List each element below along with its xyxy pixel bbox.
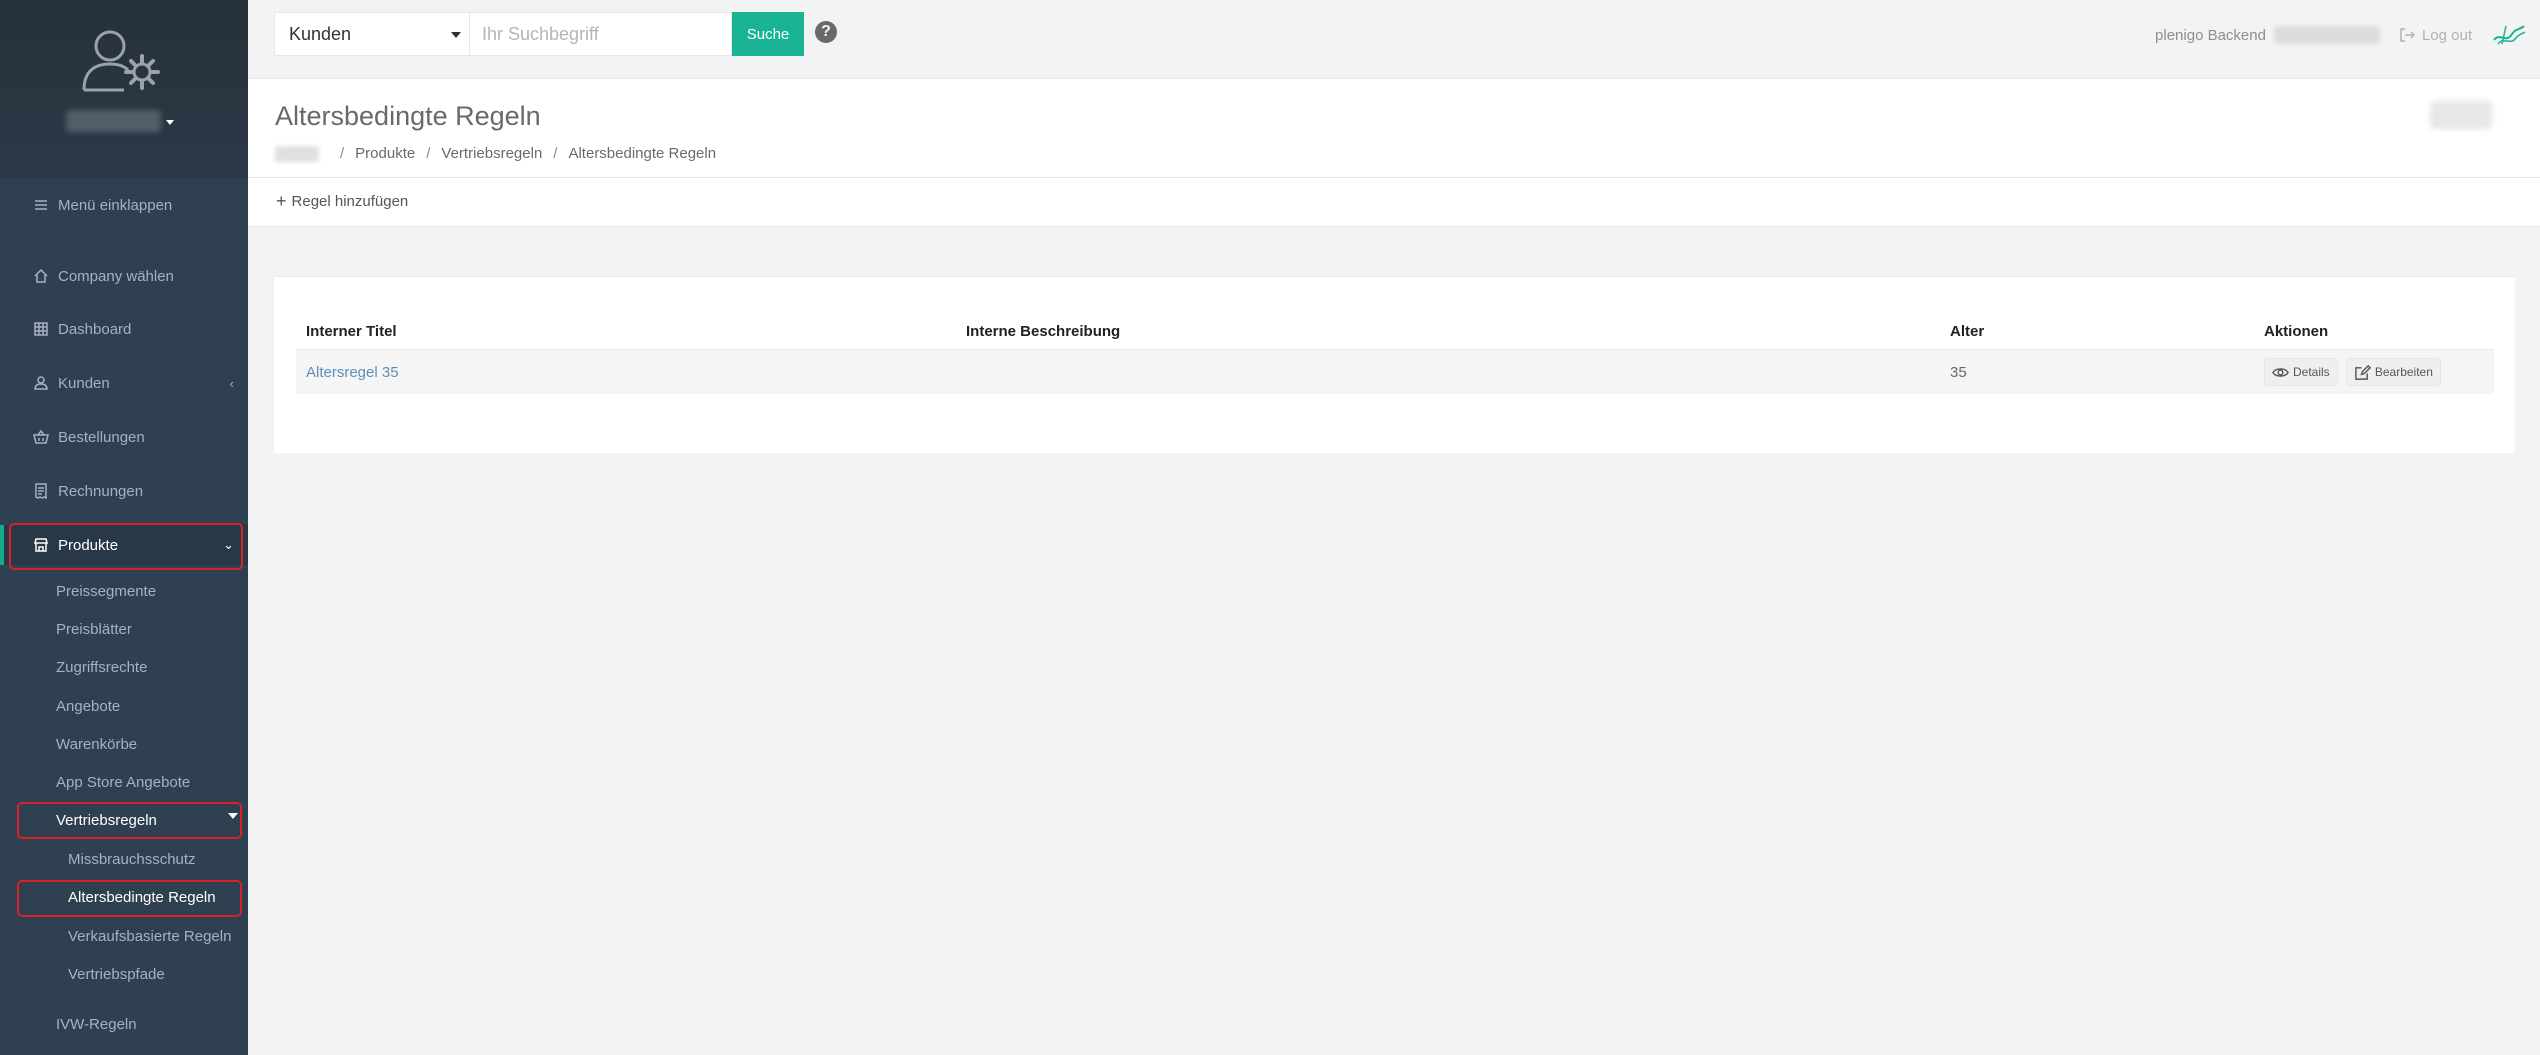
sidebar-subitem-ivw-regeln[interactable]: IVW-Regeln [0, 1006, 248, 1042]
column-header-title: Interner Titel [306, 322, 397, 340]
search-input[interactable] [470, 12, 732, 56]
top-right-area: plenigo Backend Log out [2155, 22, 2540, 48]
cell-title: Altersregel 35 [296, 349, 956, 394]
basket-icon [32, 428, 50, 446]
breadcrumb-current: Altersbedingte Regeln [568, 145, 717, 162]
page-title: Altersbedingte Regeln [275, 101, 541, 131]
add-rule-label: Regel hinzufügen [291, 192, 409, 210]
edit-icon [2355, 364, 2371, 380]
sidebar-item-produkte[interactable]: Produkte ⌄ [0, 525, 248, 565]
sidebar-subitem-preisblaetter[interactable]: Preisblätter [0, 611, 248, 647]
search-category-value: Kunden [289, 23, 352, 44]
sidebar-item-label: Kunden [58, 374, 110, 392]
breadcrumb-separator: / [553, 145, 558, 162]
sidebar-item-company[interactable]: Company wählen [0, 256, 248, 296]
plenigo-logo-icon [2493, 25, 2526, 45]
sidebar-item-bestellungen[interactable]: Bestellungen [0, 417, 248, 457]
table-header-row: Interner Titel Interne Beschreibung Alte… [296, 313, 2494, 350]
hamburger-icon [32, 196, 50, 214]
breadcrumb-home-redacted[interactable] [275, 145, 319, 162]
home-icon [32, 267, 50, 285]
details-label: Details [2293, 365, 2330, 379]
rule-title-link[interactable]: Altersregel 35 [306, 364, 399, 381]
caret-down-icon [228, 813, 238, 819]
breadcrumb-separator: / [426, 145, 431, 162]
sidebar-subitem-vertriebsregeln[interactable]: Vertriebsregeln [0, 802, 248, 838]
top-navbar: Kunden Suche ? plenigo Backend Log out [248, 0, 2540, 79]
redacted-heading-button[interactable] [2430, 101, 2492, 129]
caret-down-icon [451, 32, 461, 38]
user-name-redacted[interactable] [66, 110, 161, 132]
sidebar-subitem-vertriebspfade[interactable]: Vertriebspfade [0, 956, 248, 992]
collapse-menu-button[interactable]: Menü einklappen [0, 185, 248, 225]
grid-table-icon [32, 320, 50, 338]
search-form: Kunden Suche [274, 12, 804, 56]
table-row: Altersregel 35 35 Details Bearbeiten [296, 349, 2494, 394]
add-rule-button[interactable]: + Regel hinzufügen [276, 192, 408, 210]
rules-panel: Interner Titel Interne Beschreibung Alte… [274, 276, 2515, 453]
invoice-icon [32, 482, 50, 500]
sidebar-subitem-altersbedingte-regeln[interactable]: Altersbedingte Regeln [0, 879, 248, 915]
sidebar-item-rechnungen[interactable]: Rechnungen [0, 471, 248, 511]
sidebar-item-label: Dashboard [58, 320, 132, 338]
breadcrumb: / Produkte / Vertriebsregeln / Altersbed… [275, 145, 716, 162]
sidebar-subitem-verkaufsbasierte-regeln[interactable]: Verkaufsbasierte Regeln [0, 918, 248, 954]
backend-label: plenigo Backend [2155, 26, 2266, 44]
details-button[interactable]: Details [2264, 358, 2338, 386]
sidebar-subitem-warenkoerbe[interactable]: Warenkörbe [0, 726, 248, 762]
sidebar-subitem-appstore[interactable]: App Store Angebote [0, 764, 248, 800]
chevron-down-icon: ⌄ [223, 537, 234, 552]
plus-icon: + [276, 191, 287, 211]
redacted-username [2273, 26, 2380, 44]
collapse-menu-label: Menü einklappen [58, 196, 173, 214]
cell-actions: Details Bearbeiten [2254, 349, 2494, 394]
chevron-left-icon: ‹ [229, 375, 234, 391]
shop-icon [32, 536, 50, 554]
user-menu-caret-icon[interactable] [166, 120, 174, 125]
sidebar-item-label: Rechnungen [58, 482, 144, 500]
breadcrumb-separator: / [340, 145, 345, 162]
sidebar-item-label: Produkte [58, 536, 119, 554]
sidebar: Menü einklappen Company wählen Dashboard… [0, 0, 248, 1055]
vertriebsregeln-label: Vertriebsregeln [56, 811, 157, 829]
user-settings-icon [82, 30, 160, 92]
page-heading: Altersbedingte Regeln / Produkte / Vertr… [248, 79, 2540, 178]
search-category-select[interactable]: Kunden [274, 12, 470, 56]
sidebar-subitem-missbrauchsschutz[interactable]: Missbrauchsschutz [0, 841, 248, 877]
logout-icon [2400, 28, 2416, 42]
column-header-actions: Aktionen [2264, 322, 2329, 340]
user-icon [32, 374, 50, 392]
column-header-description: Interne Beschreibung [966, 322, 1121, 340]
cell-description [956, 349, 1940, 394]
help-icon[interactable]: ? [815, 21, 837, 43]
page-toolbar: + Regel hinzufügen [248, 178, 2540, 227]
sidebar-item-label: Company wählen [58, 267, 174, 285]
logout-link[interactable]: Log out [2398, 26, 2472, 44]
sidebar-subitem-angebote[interactable]: Angebote [0, 688, 248, 724]
sidebar-item-label: Bestellungen [58, 428, 145, 446]
eye-icon [2272, 367, 2289, 377]
profile-area [0, 0, 248, 178]
sidebar-item-kunden[interactable]: Kunden ‹ [0, 363, 248, 403]
sidebar-subitem-zugriffsrechte[interactable]: Zugriffsrechte [0, 649, 248, 685]
breadcrumb-vertriebsregeln[interactable]: Vertriebsregeln [441, 145, 542, 162]
logout-label: Log out [2421, 26, 2472, 44]
edit-label: Bearbeiten [2374, 365, 2433, 379]
cell-age: 35 [1940, 349, 2254, 394]
breadcrumb-produkte[interactable]: Produkte [355, 145, 415, 162]
sidebar-subitem-preissegmente[interactable]: Preissegmente [0, 573, 248, 609]
edit-button[interactable]: Bearbeiten [2345, 358, 2441, 386]
search-button[interactable]: Suche [732, 12, 804, 56]
column-header-age: Alter [1950, 322, 1985, 340]
sidebar-item-dashboard[interactable]: Dashboard [0, 309, 248, 349]
rules-table: Interner Titel Interne Beschreibung Alte… [296, 313, 2494, 394]
